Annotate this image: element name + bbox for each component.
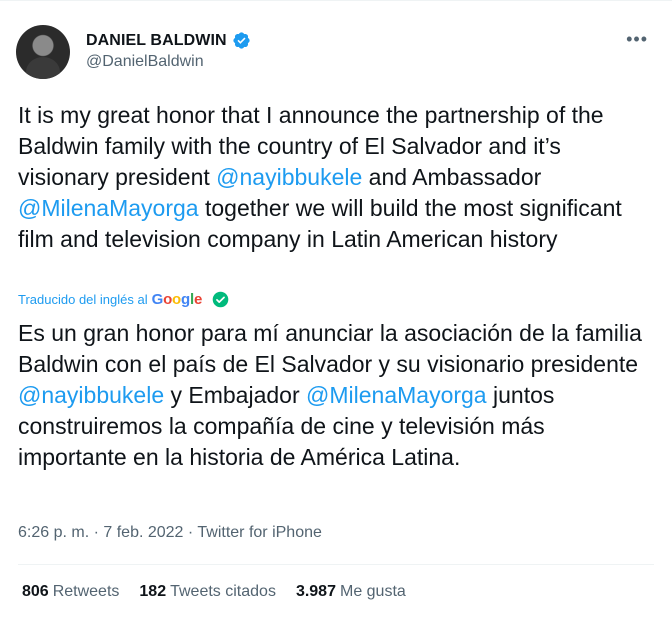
tweet-stats: 806 Retweets 182 Tweets citados 3.987 Me gu… bbox=[22, 583, 406, 601]
tweet-text-segment: and Ambassador bbox=[362, 164, 542, 190]
tweet-meta: 6:26 p. m. · 7 feb. 2022 · Twitter for i… bbox=[18, 524, 322, 542]
tweet-text: It is my great honor that I announce the… bbox=[18, 100, 658, 255]
likes-stat[interactable]: 3.987 Me gusta bbox=[296, 583, 406, 601]
tweet-card: DANIEL BALDWIN @DanielBaldwin ••• It is … bbox=[0, 0, 672, 623]
likes-label: Me gusta bbox=[339, 583, 406, 600]
mention-link[interactable]: @nayibbukele bbox=[216, 164, 362, 190]
mention-link[interactable]: @MilenaMayorga bbox=[18, 195, 199, 221]
translated-text-segment: y Embajador bbox=[164, 382, 307, 408]
retweets-count: 806 bbox=[22, 583, 49, 600]
tweet-source[interactable]: Twitter for iPhone bbox=[197, 524, 322, 541]
avatar[interactable] bbox=[16, 25, 70, 79]
divider bbox=[18, 564, 654, 565]
author-handle[interactable]: @DanielBaldwin bbox=[86, 53, 204, 71]
retweets-label: Retweets bbox=[52, 583, 120, 600]
retweets-stat[interactable]: 806 Retweets bbox=[22, 583, 119, 601]
translation-attribution[interactable]: Traducido del inglés al Google bbox=[18, 291, 229, 308]
author-row: DANIEL BALDWIN bbox=[86, 31, 251, 50]
tweet-time[interactable]: 6:26 p. m. bbox=[18, 524, 89, 541]
author-name[interactable]: DANIEL BALDWIN bbox=[86, 32, 227, 50]
mention-link[interactable]: @MilenaMayorga bbox=[306, 382, 487, 408]
quotes-label: Tweets citados bbox=[170, 583, 276, 600]
check-circle-icon bbox=[212, 291, 229, 308]
meta-separator: · bbox=[183, 524, 198, 541]
likes-count: 3.987 bbox=[295, 583, 336, 600]
google-logo: Google bbox=[151, 291, 203, 308]
more-options-button[interactable]: ••• bbox=[626, 29, 648, 50]
translated-text: Es un gran honor para mí anunciar la aso… bbox=[18, 318, 658, 473]
more-horizontal-icon: ••• bbox=[626, 29, 648, 49]
translated-text-segment: Es un gran honor para mí anunciar la aso… bbox=[18, 320, 642, 377]
quote-tweets-stat[interactable]: 182 Tweets citados bbox=[139, 583, 276, 601]
translation-label: Traducido del inglés al bbox=[18, 292, 148, 307]
tweet-date[interactable]: 7 feb. 2022 bbox=[103, 524, 183, 541]
meta-separator: · bbox=[89, 524, 104, 541]
mention-link[interactable]: @nayibbukele bbox=[18, 382, 164, 408]
quotes-count: 182 bbox=[139, 583, 167, 600]
verified-badge-icon bbox=[233, 32, 250, 49]
